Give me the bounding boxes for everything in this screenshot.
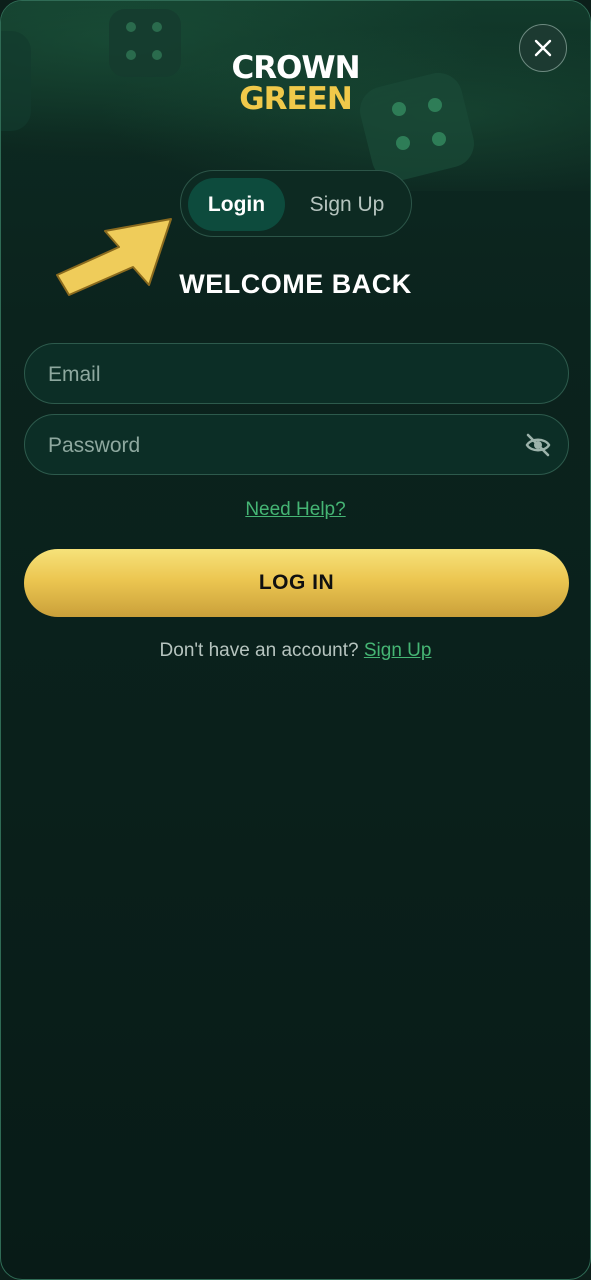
log-in-button[interactable]: LOG IN [24, 549, 569, 617]
password-field[interactable] [24, 414, 569, 476]
password-input[interactable] [46, 415, 520, 476]
login-modal: CROWN GREEN Login Sign Up WELCOME BACK N… [0, 0, 591, 1280]
need-help-link[interactable]: Need Help? [1, 499, 590, 521]
tab-sign-up[interactable]: Sign Up [291, 178, 403, 231]
sign-up-link[interactable]: Sign Up [364, 640, 432, 661]
signup-prompt-text: Don't have an account? [159, 640, 359, 661]
brand-logo: CROWN GREEN [1, 53, 590, 115]
page-title: WELCOME BACK [179, 269, 412, 299]
auth-tabs: Login Sign Up [180, 170, 412, 237]
tab-login[interactable]: Login [188, 178, 285, 231]
signup-prompt: Don't have an account? Sign Up [1, 640, 590, 662]
email-field[interactable] [24, 343, 569, 405]
eye-slash-icon[interactable] [524, 431, 552, 459]
logo-word-green: GREEN [239, 81, 353, 117]
email-input[interactable] [46, 344, 520, 405]
logo-word-crown: CROWN [231, 50, 360, 86]
